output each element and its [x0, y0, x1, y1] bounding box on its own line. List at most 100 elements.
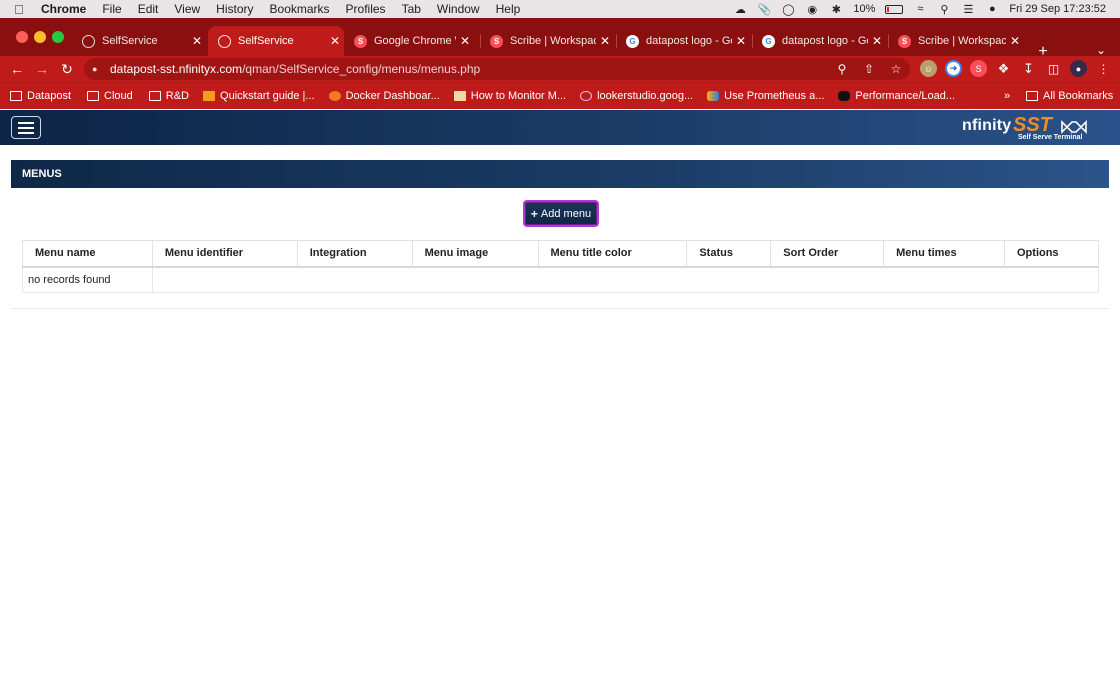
close-icon[interactable]: ✕	[868, 34, 886, 48]
scribe-extension-icon[interactable]: S	[970, 60, 987, 77]
column-options[interactable]: Options	[1004, 240, 1099, 268]
bookmark-docker-dashboard[interactable]: Docker Dashboar...	[328, 90, 440, 102]
add-menu-label: Add menu	[540, 207, 592, 220]
url-host: datapost-sst.nfinityx.com	[110, 62, 243, 76]
menu-window[interactable]: Window	[437, 2, 480, 16]
battery-percent: 10%	[853, 3, 876, 15]
globe-icon	[82, 34, 95, 48]
clock[interactable]: Fri 29 Sep 17:23:52	[1009, 3, 1106, 15]
grafana-icon	[328, 91, 341, 101]
scribe-icon: S	[354, 34, 367, 48]
apple-logo-icon[interactable]: 	[14, 2, 28, 17]
tools-icon[interactable]: ✱	[829, 3, 843, 16]
siri-icon[interactable]: ●	[985, 3, 999, 15]
circle-status-icon[interactable]: ◯	[781, 3, 795, 16]
nfinity-sst-logo: nfinity SST Self Serve Terminal	[960, 114, 1090, 142]
wifi-icon[interactable]: ≈	[913, 3, 927, 15]
battery-icon[interactable]	[885, 4, 904, 14]
reload-icon[interactable]: ↻	[58, 60, 76, 78]
column-status[interactable]: Status	[686, 240, 772, 268]
globe-icon	[218, 34, 231, 48]
column-menu-times[interactable]: Menu times	[883, 240, 1005, 268]
browser-tab[interactable]: SelfService ✕	[72, 26, 206, 56]
more-menu-icon[interactable]: ⋮	[1095, 60, 1112, 77]
bookmark-lookerstudio[interactable]: lookerstudio.goog...	[580, 90, 693, 102]
cloud-status-icon[interactable]: ☁	[733, 3, 747, 16]
browser-tab[interactable]: S Scribe | Workspace ✕	[888, 26, 1024, 56]
zoom-icon[interactable]: ⚲	[834, 61, 850, 77]
add-menu-button[interactable]: + Add menu	[523, 200, 599, 227]
side-panel-icon[interactable]: ◫	[1045, 60, 1062, 77]
paperclip-icon[interactable]: 📎	[757, 3, 771, 16]
window-minimize-button[interactable]	[34, 31, 46, 43]
tab-search-chevron-icon[interactable]: ⌄	[1096, 43, 1106, 57]
all-bookmarks-button[interactable]: All Bookmarks	[1026, 90, 1113, 102]
browser-tab[interactable]: S Google Chrome W ✕	[344, 26, 474, 56]
scribe-icon: S	[490, 34, 503, 48]
close-icon[interactable]: ✕	[732, 34, 750, 48]
spotlight-search-icon[interactable]: ⚲	[937, 3, 951, 16]
extension-avatar-icon[interactable]: ☺	[920, 60, 937, 77]
menu-history[interactable]: History	[216, 2, 253, 16]
bookmark-quickstart[interactable]: Quickstart guide |...	[203, 90, 315, 102]
browser-tab[interactable]: S Scribe | Workspace ✕	[480, 26, 614, 56]
tab-title: SelfService	[238, 35, 294, 47]
extensions-area: ☺ ➜ S ❖ ↧ ◫ ● ⋮	[920, 60, 1112, 77]
close-icon[interactable]: ✕	[188, 34, 206, 48]
menu-profiles[interactable]: Profiles	[346, 2, 386, 16]
bookmark-how-to-monitor[interactable]: How to Monitor M...	[453, 90, 566, 102]
close-icon[interactable]: ✕	[596, 34, 614, 48]
app-header: nfinity SST Self Serve Terminal	[0, 110, 1120, 145]
lock-icon[interactable]: ●	[92, 64, 102, 74]
browser-tab-active[interactable]: SelfService ✕	[208, 26, 344, 56]
browser-tab[interactable]: G datapost logo - Go ✕	[616, 26, 750, 56]
close-icon[interactable]: ✕	[326, 34, 344, 48]
control-center-icon[interactable]: ☰	[961, 3, 975, 16]
back-arrow-icon[interactable]: ←	[8, 60, 26, 78]
profile-avatar[interactable]: ●	[1070, 60, 1087, 77]
bookmark-prometheus[interactable]: Use Prometheus a...	[707, 90, 824, 102]
extension-compass-icon[interactable]: ➜	[945, 60, 962, 77]
bookmark-rnd[interactable]: R&D	[148, 90, 189, 102]
menu-bookmarks[interactable]: Bookmarks	[270, 2, 330, 16]
bookmarks-bar: Datapost Cloud R&D Quickstart guide |...…	[0, 82, 1120, 109]
menu-app-name[interactable]: Chrome	[41, 2, 86, 16]
star-bookmark-icon[interactable]: ☆	[888, 61, 904, 77]
bookmark-cloud[interactable]: Cloud	[87, 90, 133, 102]
column-menu-image[interactable]: Menu image	[411, 240, 539, 268]
google-icon: G	[626, 34, 639, 48]
menu-edit[interactable]: Edit	[138, 2, 159, 16]
menu-tab[interactable]: Tab	[402, 2, 421, 16]
tab-title: datapost logo - Go	[782, 35, 868, 47]
menu-help[interactable]: Help	[496, 2, 521, 16]
panel-footer-divider	[11, 308, 1109, 309]
puzzle-extensions-icon[interactable]: ❖	[995, 60, 1012, 77]
tab-title: SelfService	[102, 35, 158, 47]
column-menu-identifier[interactable]: Menu identifier	[151, 240, 298, 268]
vpn-icon[interactable]: ◉	[805, 3, 819, 16]
tab-title: Scribe | Workspace	[510, 35, 596, 47]
panel-title: MENUS	[11, 160, 1109, 188]
window-close-button[interactable]	[16, 31, 28, 43]
column-menu-title-color[interactable]: Menu title color	[537, 240, 688, 268]
monitor-icon	[453, 91, 466, 101]
forward-arrow-icon[interactable]: →	[33, 60, 51, 78]
download-icon[interactable]: ↧	[1020, 60, 1037, 77]
close-icon[interactable]: ✕	[456, 34, 474, 48]
bookmark-datapost[interactable]: Datapost	[10, 90, 71, 102]
menu-file[interactable]: File	[102, 2, 121, 16]
column-menu-name[interactable]: Menu name	[22, 240, 153, 268]
hamburger-menu-button[interactable]	[11, 116, 41, 139]
looker-icon	[580, 91, 593, 101]
column-sort-order[interactable]: Sort Order	[770, 240, 885, 268]
close-icon[interactable]: ✕	[1006, 34, 1024, 48]
bookmark-performance-load[interactable]: Performance/Load...	[838, 90, 955, 102]
bookmarks-overflow-chevron-icon[interactable]: »	[1004, 90, 1010, 102]
column-integration[interactable]: Integration	[296, 240, 413, 268]
menu-view[interactable]: View	[174, 2, 200, 16]
share-icon[interactable]: ⇧	[861, 61, 877, 77]
macos-menu-bar:  Chrome File Edit View History Bookmark…	[0, 0, 1120, 18]
window-zoom-button[interactable]	[52, 31, 64, 43]
address-bar[interactable]: ● datapost-sst.nfinityx.com /qman/SelfSe…	[84, 58, 910, 80]
browser-tab[interactable]: G datapost logo - Go ✕	[752, 26, 886, 56]
